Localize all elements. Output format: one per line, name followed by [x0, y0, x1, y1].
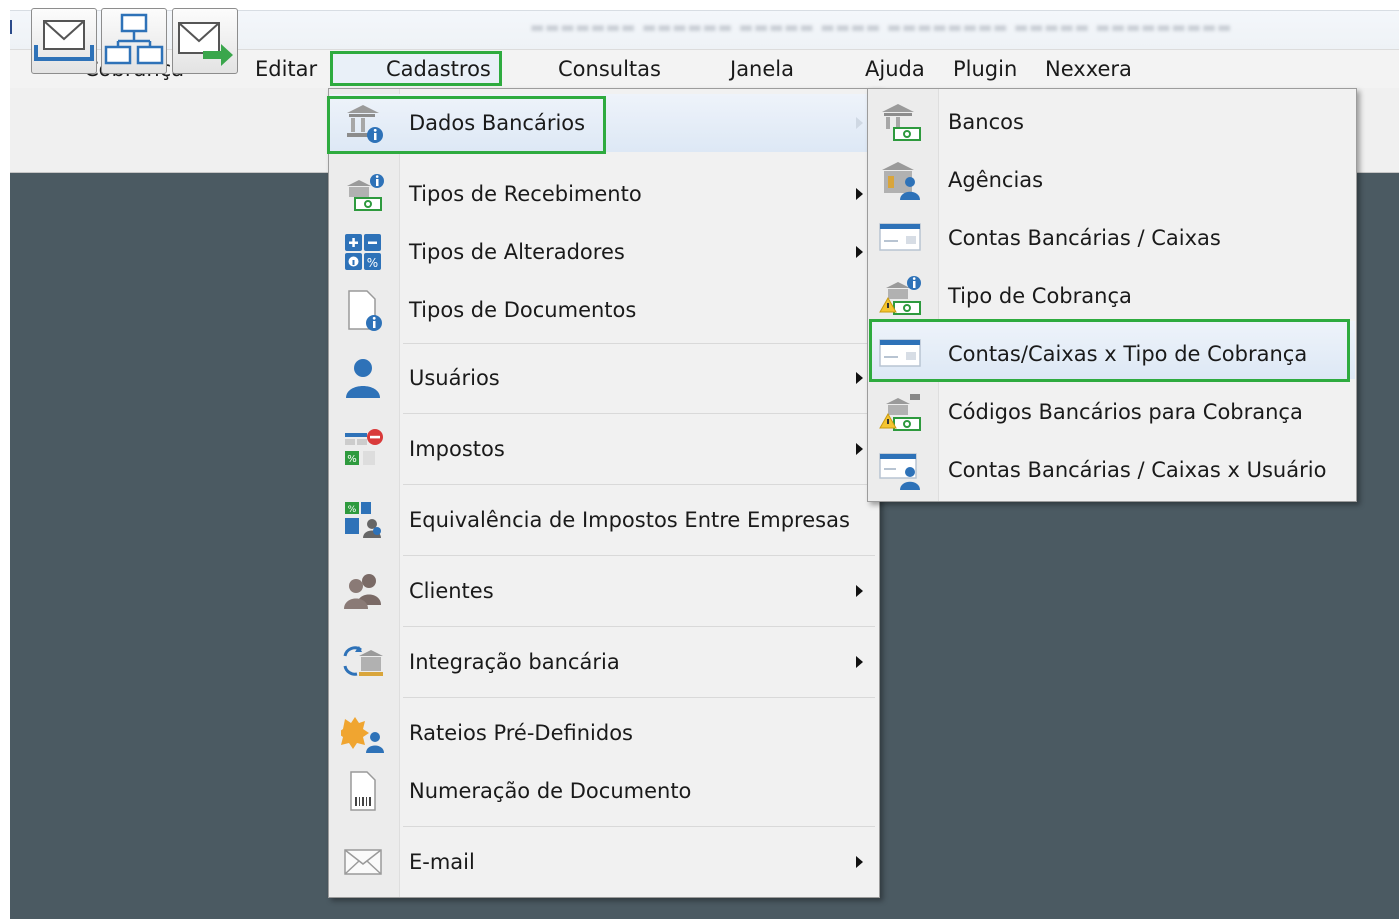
menu-item-label: Usuários — [409, 366, 500, 390]
menu-separator — [403, 826, 875, 827]
menu-item-label: Tipos de Documentos — [409, 298, 637, 322]
network-diagram-icon — [104, 13, 164, 65]
menu-item-label: Integração bancária — [409, 650, 620, 674]
title-bar-marker — [10, 20, 12, 34]
document-barcode-icon — [350, 771, 376, 811]
envelope-icon — [344, 849, 382, 875]
bank-money-icon — [882, 104, 921, 141]
menu-separator — [403, 343, 875, 344]
submenu-item-agencias[interactable]: Agências — [868, 151, 1356, 209]
menu-plugin[interactable]: Plugin — [953, 50, 1017, 88]
envelope-send-icon — [178, 22, 233, 66]
menu-cadastros[interactable]: Cadastros — [386, 50, 491, 88]
submenu-arrow-icon — [856, 856, 863, 868]
submenu-item-tipo-cobranca[interactable]: Tipo de Cobrança — [868, 267, 1356, 325]
menu-janela[interactable]: Janela — [730, 50, 794, 88]
menu-item-rateios-pre-definidos[interactable]: Rateios Pré-Definidos — [329, 704, 879, 762]
svg-text:%: % — [348, 505, 357, 515]
charge-type-icon — [879, 276, 921, 315]
submenu-item-label: Agências — [948, 168, 1044, 192]
submenu-item-contas-bancarias-caixas[interactable]: Contas Bancárias / Caixas — [868, 209, 1356, 267]
submenu-arrow-icon — [856, 656, 863, 668]
submenu-arrow-icon — [856, 372, 863, 384]
menu-separator — [403, 413, 875, 414]
menu-item-label: E-mail — [409, 850, 475, 874]
contas-caixas-tipo-cobranca-highlight-box — [869, 319, 1350, 382]
submenu-item-label: Tipo de Cobrança — [948, 284, 1132, 308]
menu-item-equivalencia-impostos[interactable]: % Equivalência de Impostos Entre Empresa… — [329, 491, 879, 549]
bank-check-user-icon — [879, 453, 920, 490]
menu-separator — [403, 555, 875, 556]
dados-bancarios-submenu: Bancos Agências Contas Bancárias / Caixa… — [867, 88, 1357, 502]
money-receive-icon — [347, 174, 384, 211]
submenu-item-contas-caixas-usuario[interactable]: Contas Bancárias / Caixas x Usuário — [868, 441, 1356, 499]
menu-editar[interactable]: Editar — [255, 50, 317, 88]
title-bar-blurred-text: ▬▬▬▬▬▬▬ ▬▬▬▬▬▬ ▬▬▬▬▬ ▬▬▬▬ ▬▬▬▬▬▬▬▬ ▬▬▬▬▬… — [530, 18, 1233, 36]
menu-item-numeracao-documento[interactable]: Numeração de Documento — [329, 762, 879, 820]
menu-item-label: Impostos — [409, 437, 505, 461]
calculator-icon: % — [345, 234, 381, 270]
menu-item-label: Tipos de Alteradores — [409, 240, 625, 264]
menu-item-label: Tipos de Recebimento — [409, 182, 642, 206]
menu-ajuda[interactable]: Ajuda — [865, 50, 925, 88]
toolbar-network-button[interactable] — [101, 8, 167, 74]
submenu-arrow-icon — [856, 117, 863, 129]
menu-item-tipos-alteradores[interactable]: % Tipos de Alteradores — [329, 223, 879, 281]
bank-integration-icon — [343, 646, 383, 676]
bank-code-icon — [879, 394, 921, 431]
tax-equivalence-icon: % — [345, 502, 381, 538]
submenu-item-label: Bancos — [948, 110, 1024, 134]
submenu-item-label: Contas Bancárias / Caixas x Usuário — [948, 458, 1327, 482]
menu-separator — [403, 626, 875, 627]
user-icon — [346, 359, 380, 398]
menu-item-label: Clientes — [409, 579, 494, 603]
svg-text:%: % — [367, 256, 378, 270]
menu-item-impostos[interactable]: % Impostos — [329, 420, 879, 478]
submenu-item-label: Códigos Bancários para Cobrança — [948, 400, 1303, 424]
submenu-arrow-icon — [856, 443, 863, 455]
menu-item-tipos-recebimento[interactable]: Tipos de Recebimento — [329, 165, 879, 223]
menu-separator — [403, 484, 875, 485]
submenu-item-label: Contas Bancárias / Caixas — [948, 226, 1221, 250]
menu-item-e-mail[interactable]: E-mail — [329, 833, 879, 891]
bank-check-icon — [879, 223, 921, 251]
toolbar-envelope-send-button[interactable] — [172, 8, 238, 74]
svg-text:%: % — [347, 454, 357, 465]
submenu-arrow-icon — [856, 585, 863, 597]
submenu-arrow-icon — [856, 188, 863, 200]
tax-table-icon: % — [345, 429, 383, 465]
cadastros-menu: Dados Bancários Tipos de Recebimento % T… — [328, 88, 880, 898]
menu-consultas[interactable]: Consultas — [558, 50, 661, 88]
menu-item-label: Numeração de Documento — [409, 779, 692, 803]
menu-item-label: Equivalência de Impostos Entre Empresas — [409, 508, 850, 532]
toolbar-envelope-tray-button[interactable] — [31, 8, 97, 74]
bank-agency-icon — [882, 162, 920, 200]
clients-icon — [344, 574, 381, 609]
menu-item-tipos-documentos[interactable]: Tipos de Documentos — [329, 281, 879, 339]
document-info-icon — [348, 290, 382, 331]
menu-item-usuarios[interactable]: Usuários — [329, 349, 879, 407]
menu-item-integracao-bancaria[interactable]: Integração bancária — [329, 633, 879, 691]
menu-separator — [403, 697, 875, 698]
submenu-item-codigos-bancarios-cobranca[interactable]: Códigos Bancários para Cobrança — [868, 383, 1356, 441]
menu-item-clientes[interactable]: Clientes — [329, 562, 879, 620]
menu-nexxera[interactable]: Nexxera — [1045, 50, 1132, 88]
submenu-item-bancos[interactable]: Bancos — [868, 93, 1356, 151]
dados-bancarios-highlight-box — [327, 96, 606, 154]
menu-item-label: Rateios Pré-Definidos — [409, 721, 633, 745]
envelope-tray-icon — [34, 20, 94, 61]
submenu-arrow-icon — [856, 246, 863, 258]
allocation-icon — [341, 717, 384, 753]
